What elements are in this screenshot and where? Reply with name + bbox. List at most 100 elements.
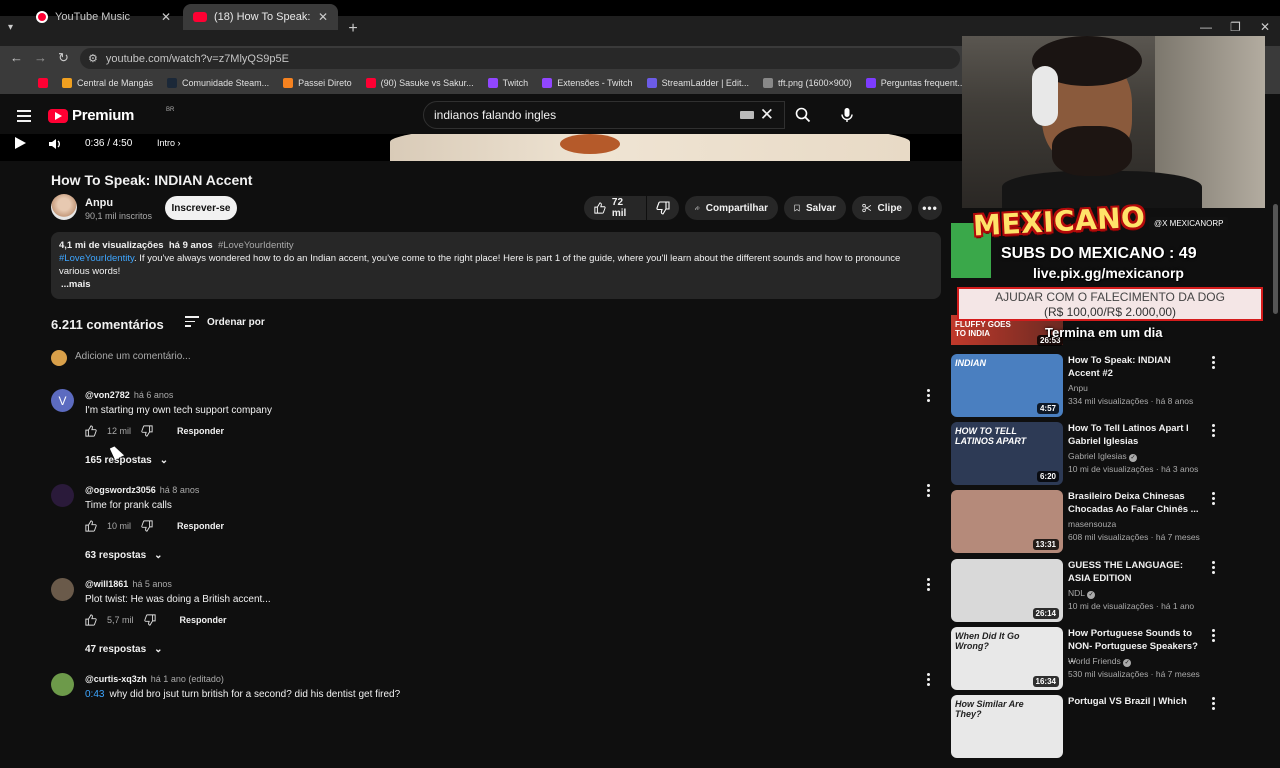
show-replies-button[interactable]: 165 respostas ⌄: [85, 455, 168, 466]
channel-avatar[interactable]: [51, 194, 77, 220]
add-comment-input[interactable]: Adicione um comentário...: [75, 351, 191, 362]
video-thumbnail[interactable]: How Similar Are They?: [951, 695, 1063, 758]
related-video[interactable]: When Did It Go Wrong? 16:34 How Portuguese…: [951, 627, 1271, 691]
video-thumbnail[interactable]: 26:14: [951, 559, 1063, 622]
reload-icon[interactable]: ↻: [58, 50, 69, 66]
page-scrollbar[interactable]: [1271, 96, 1280, 720]
video-menu-icon[interactable]: [1212, 424, 1215, 439]
search-button[interactable]: [785, 101, 821, 129]
more-actions-button[interactable]: •••: [918, 196, 942, 220]
related-video[interactable]: 13:31 Brasileiro Deixa Chinesas Chocadas …: [951, 490, 1271, 554]
dislike-icon[interactable]: [141, 425, 153, 437]
back-icon[interactable]: ←: [10, 50, 23, 65]
window-close-icon[interactable]: ✕: [1260, 20, 1270, 34]
video-player[interactable]: [0, 134, 962, 161]
maximize-icon[interactable]: ❐: [1230, 20, 1241, 34]
play-button[interactable]: [15, 137, 26, 149]
reply-button[interactable]: Responder: [177, 521, 224, 531]
video-menu-icon[interactable]: [1212, 561, 1215, 576]
related-channel[interactable]: masensouza: [1068, 519, 1116, 529]
close-icon[interactable]: ✕: [161, 10, 171, 24]
address-bar[interactable]: ⚙ youtube.com/watch?v=z7MlyQS9p5E: [80, 48, 960, 69]
site-info-icon[interactable]: ⚙: [88, 52, 98, 65]
show-replies-button[interactable]: 47 respostas ⌄: [85, 644, 163, 655]
commenter-avatar[interactable]: [51, 484, 74, 507]
comment-timestamp-link[interactable]: 0:43: [85, 689, 104, 700]
related-video[interactable]: How Similar Are They? Portugal VS Brazil …: [951, 695, 1271, 759]
comment-author[interactable]: @ogswordz3056 há 8 anos: [85, 485, 199, 495]
volume-icon[interactable]: [48, 138, 62, 153]
clear-search-icon[interactable]: ✕: [760, 105, 774, 125]
minimize-icon[interactable]: —: [1200, 20, 1212, 34]
tab-search-icon[interactable]: ▾: [8, 22, 13, 33]
forward-icon[interactable]: →: [34, 50, 47, 65]
bookmark-item[interactable]: Extensões - Twitch: [542, 78, 633, 88]
reply-button[interactable]: Responder: [180, 615, 227, 625]
video-thumbnail[interactable]: 13:31: [951, 490, 1063, 553]
clip-button[interactable]: Clipe: [852, 196, 912, 220]
video-menu-icon[interactable]: [1212, 356, 1215, 371]
new-tab-button[interactable]: +: [345, 21, 361, 37]
tab-youtube-music[interactable]: YouTube Music ✕: [26, 4, 181, 30]
youtube-premium-logo[interactable]: Premium BR: [48, 107, 174, 124]
video-menu-icon[interactable]: [1212, 697, 1215, 712]
search-input[interactable]: indianos falando ingles ✕: [423, 101, 785, 129]
bookmark-item[interactable]: (90) Sasuke vs Sakur...: [365, 78, 474, 88]
show-replies-button[interactable]: 63 respostas ⌄: [85, 550, 163, 561]
bookmark-item[interactable]: Comunidade Steam...: [167, 78, 269, 88]
like-icon[interactable]: [85, 520, 97, 532]
share-button[interactable]: Compartilhar: [685, 196, 778, 220]
comment-handle[interactable]: @curtis-xq3zh: [85, 674, 147, 684]
comment-menu-icon[interactable]: [927, 389, 931, 404]
comment-handle[interactable]: @von2782: [85, 390, 130, 400]
hashtag-link[interactable]: #LoveYourIdentity: [59, 253, 134, 264]
bookmark-item[interactable]: Central de Mangás: [62, 78, 153, 88]
reply-button[interactable]: Responder: [177, 426, 224, 436]
bookmark-item[interactable]: Perguntas frequent...: [865, 78, 965, 88]
like-button[interactable]: 72 mil: [584, 196, 646, 220]
comment-menu-icon[interactable]: [927, 484, 931, 499]
related-channel[interactable]: NDL ✓: [1068, 588, 1096, 599]
video-thumbnail[interactable]: When Did It Go Wrong? 16:34: [951, 627, 1063, 690]
commenter-avatar[interactable]: [51, 578, 74, 601]
comment-menu-icon[interactable]: [927, 578, 931, 593]
subscribe-button[interactable]: Inscrever-se: [165, 196, 237, 220]
voice-search-button[interactable]: [835, 103, 859, 127]
keyboard-icon[interactable]: [740, 111, 754, 119]
related-video[interactable]: 26:14 GUESS THE LANGUAGE: ASIA EDITION NDL…: [951, 559, 1271, 623]
comment-handle[interactable]: @will1861: [85, 579, 128, 589]
dislike-icon[interactable]: [143, 614, 156, 626]
close-icon[interactable]: ✕: [318, 10, 328, 24]
related-video[interactable]: INDIAN 4:57 How To Speak: INDIAN Accent #2…: [951, 354, 1271, 418]
bookmark-item[interactable]: tft.png (1600×900): [762, 78, 852, 88]
dislike-button[interactable]: [647, 196, 679, 220]
chapter-button[interactable]: Intro ›: [157, 138, 181, 148]
like-icon[interactable]: [85, 425, 97, 437]
related-channel[interactable]: Anpu: [1068, 383, 1088, 393]
related-video-title[interactable]: Brasileiro Deixa Chinesas Chocadas Ao Fa…: [1068, 490, 1203, 516]
related-video-title[interactable]: Portugal VS Brazil | Which: [1068, 695, 1203, 708]
video-menu-icon[interactable]: [1212, 492, 1215, 507]
video-thumbnail[interactable]: HOW TO TELL LATINOS APART 6:20: [951, 422, 1063, 485]
related-video-title[interactable]: GUESS THE LANGUAGE: ASIA EDITION: [1068, 559, 1203, 585]
video-thumbnail[interactable]: INDIAN 4:57: [951, 354, 1063, 417]
related-video-title[interactable]: How To Tell Latinos Apart I Gabriel Igle…: [1068, 422, 1203, 448]
bookmark-item[interactable]: StreamLadder | Edit...: [646, 78, 749, 88]
comment-author[interactable]: @curtis-xq3zh há 1 ano (editado): [85, 674, 224, 684]
channel-name[interactable]: Anpu: [85, 197, 113, 209]
hashtag-link[interactable]: #LoveYourIdentity: [218, 240, 294, 251]
like-icon[interactable]: [85, 614, 97, 626]
comment-author[interactable]: @von2782 há 6 anos: [85, 390, 173, 400]
bookmark-item[interactable]: Passei Direto: [283, 78, 352, 88]
save-button[interactable]: Salvar: [784, 196, 846, 220]
description-box[interactable]: 4,1 mi de visualizações há 9 anos #LoveY…: [51, 232, 941, 299]
commenter-avatar[interactable]: V: [51, 389, 74, 412]
comment-menu-icon[interactable]: [927, 673, 931, 688]
tab-video[interactable]: (18) How To Speak: INDIAN Acc ✕: [183, 4, 338, 30]
commenter-avatar[interactable]: [51, 673, 74, 696]
bookmark-item[interactable]: Twitch: [487, 78, 528, 88]
video-menu-icon[interactable]: [1212, 629, 1215, 644]
menu-icon[interactable]: [17, 110, 31, 125]
related-video-title[interactable]: How To Speak: INDIAN Accent #2: [1068, 354, 1203, 380]
related-channel[interactable]: World Friends ✓: [1068, 656, 1132, 667]
